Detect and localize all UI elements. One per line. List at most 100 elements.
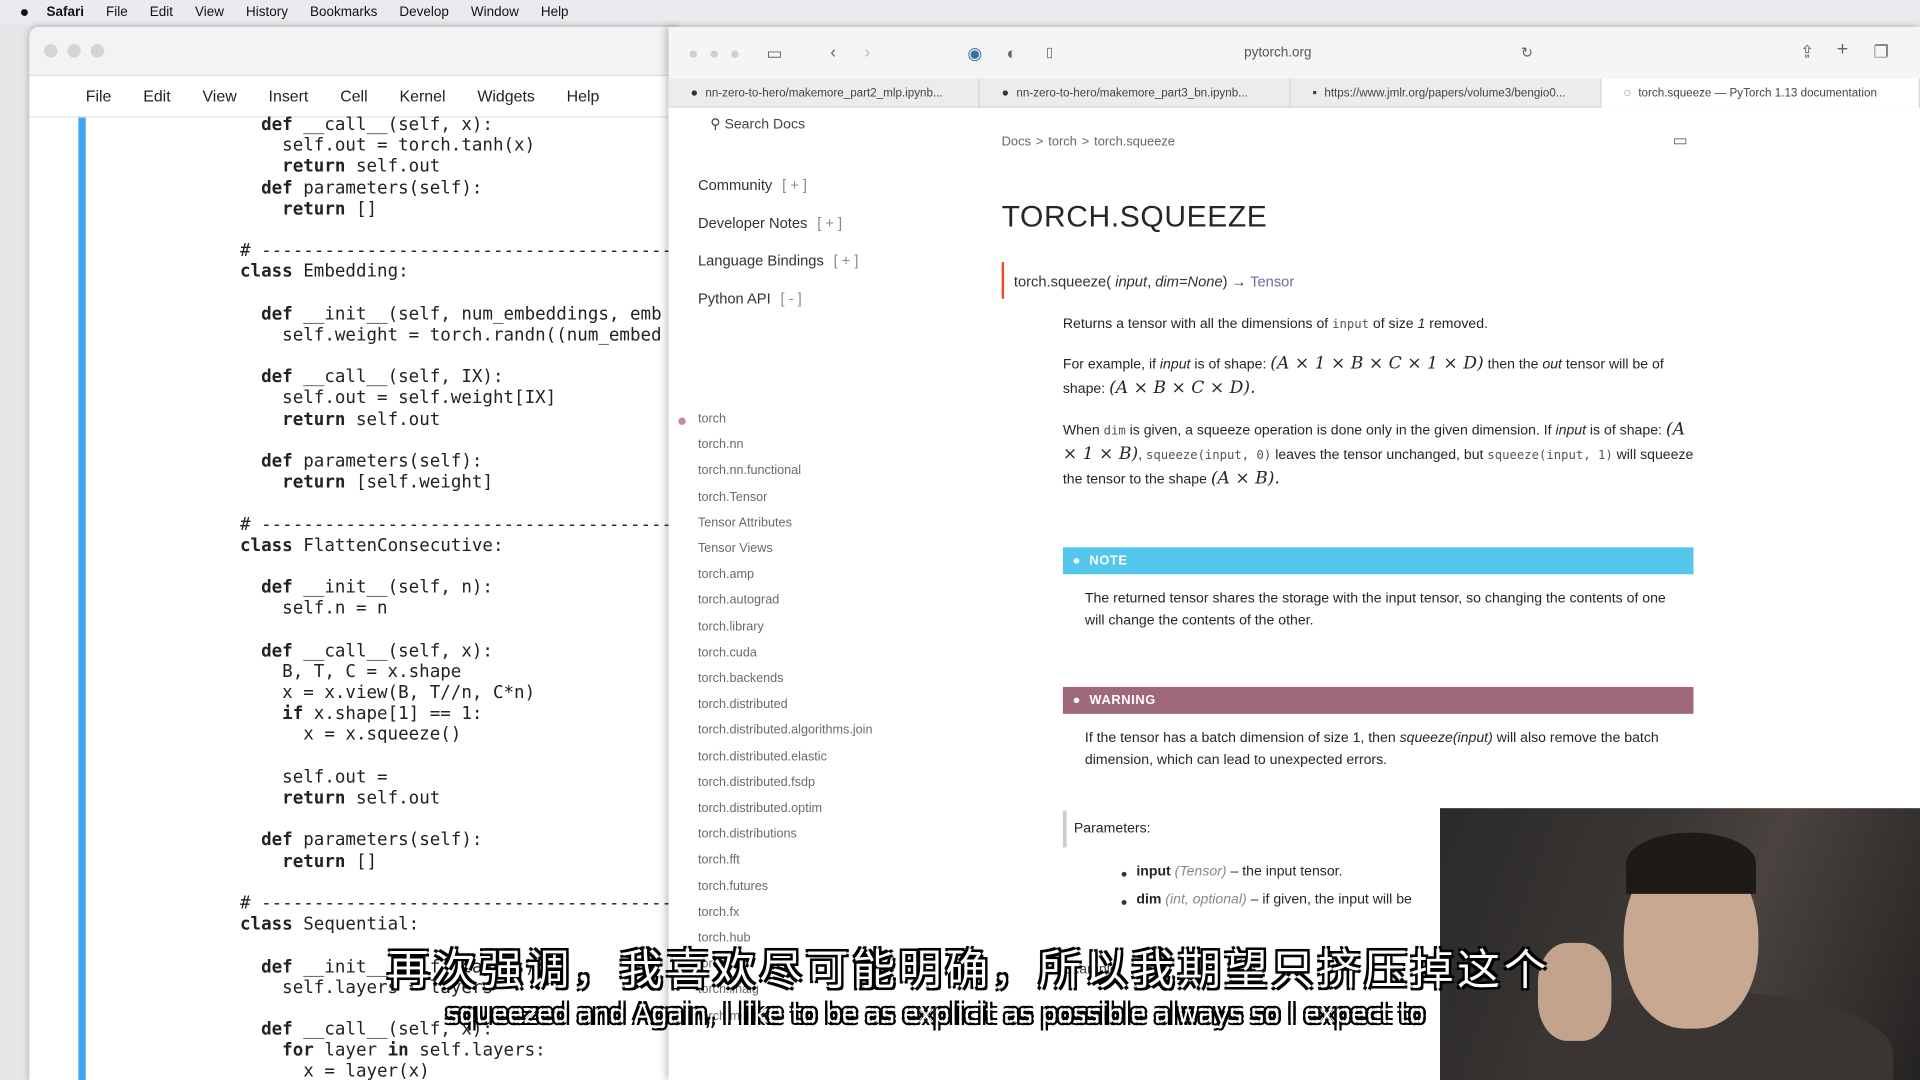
address-bar[interactable]: pytorch.org (1244, 45, 1311, 60)
text: For example, if (1062, 357, 1160, 373)
menu-safari[interactable]: Safari (47, 5, 84, 20)
menu-window[interactable]: Window (471, 5, 519, 20)
jupyter-menu-insert[interactable]: Insert (269, 87, 309, 105)
breadcrumb-torch[interactable]: torch (1048, 135, 1077, 150)
tab-makemore-part3[interactable]: ● nn-zero-to-hero/makemore_part3_bn.ipynb… (980, 78, 1291, 108)
menu-edit[interactable]: Edit (150, 5, 173, 20)
sidebar-link[interactable]: torch.backends (698, 672, 784, 685)
text: then the (1483, 357, 1543, 373)
sidebar-section-community[interactable]: Community [ + ] (698, 176, 807, 193)
menu-file[interactable]: File (106, 5, 128, 20)
close-icon[interactable]: ● (688, 44, 698, 61)
sidebar-section-label: Community (697, 176, 773, 194)
close-icon[interactable] (44, 44, 58, 58)
reader-icon[interactable]: ▯ (1046, 44, 1053, 61)
shortcuts-icon[interactable]: ▭ (1673, 132, 1688, 149)
search-docs[interactable]: ⚲ Search Docs (710, 115, 806, 133)
emphasis: input (1555, 423, 1587, 439)
signature-arg-dim: dim=None (1155, 273, 1223, 291)
param-type-link[interactable]: (Tensor) (1175, 864, 1227, 879)
sidebar-link[interactable]: torch.distributions (698, 828, 797, 841)
menu-bookmarks[interactable]: Bookmarks (310, 5, 377, 20)
jupyter-menu-file[interactable]: File (86, 87, 112, 105)
expand-toggle[interactable]: [ + ] (782, 176, 807, 193)
search-docs-label: Search Docs (724, 117, 806, 133)
code-line: def __call__(self, IX): (261, 367, 504, 388)
reload-icon[interactable]: ↻ (1521, 44, 1533, 61)
sidebar-link[interactable]: torch.library (698, 620, 764, 633)
sidebar-link[interactable]: torch.nn.functional (698, 465, 801, 478)
sidebar-link[interactable]: torch.futures (698, 880, 768, 893)
sidebar-link[interactable]: Tensor Views (698, 542, 773, 555)
collapse-toggle[interactable]: [ - ] (780, 290, 801, 307)
menu-help[interactable]: Help (541, 5, 569, 20)
menu-history[interactable]: History (246, 5, 288, 20)
sidebar-link[interactable]: torch.distributed (698, 698, 788, 711)
tab-jmlr[interactable]: ▪ https://www.jmlr.org/papers/volume3/ben… (1291, 78, 1602, 108)
tab-overview-icon[interactable]: ❐ (1873, 43, 1888, 60)
jupyter-menu-view[interactable]: View (202, 87, 236, 105)
apple-icon[interactable]: ● (20, 4, 35, 20)
code-line: def parameters(self): (261, 178, 483, 198)
minimize-icon[interactable]: ● (709, 44, 719, 61)
math: (A × B). (1210, 468, 1280, 489)
tab-torch-squeeze[interactable]: ◌ torch.squeeze — PyTorch 1.13 documentat… (1601, 78, 1920, 108)
sidebar-link[interactable]: torch.distributed.algorithms.join (698, 724, 873, 737)
menu-develop[interactable]: Develop (399, 5, 448, 20)
expand-toggle[interactable]: [ + ] (817, 214, 842, 231)
back-icon[interactable]: ‹ (830, 43, 836, 60)
sidebar-link[interactable]: torch.autograd (698, 594, 779, 607)
shield-icon[interactable]: ◐ (1007, 44, 1017, 61)
sidebar-link[interactable]: torch.distributed.elastic (698, 750, 827, 763)
sidebar-section-developer-notes[interactable]: Developer Notes [ + ] (698, 214, 842, 231)
tab-label: nn-zero-to-hero/makemore_part2_mlp.ipynb… (705, 86, 943, 100)
sidebar-link[interactable]: torch (698, 413, 726, 426)
tab-makemore-part2[interactable]: ● nn-zero-to-hero/makemore_part2_mlp.ipyn… (669, 78, 980, 108)
zoom-icon[interactable] (90, 44, 105, 58)
loading-icon: ◌ (1623, 86, 1631, 100)
sidebar-link[interactable]: torch.nn (698, 439, 744, 452)
jupyter-menu-cell[interactable]: Cell (340, 87, 367, 105)
jupyter-menu-help[interactable]: Help (567, 87, 600, 105)
sidebar-link[interactable]: torch.cuda (698, 646, 757, 659)
jupyter-menu-widgets[interactable]: Widgets (477, 87, 535, 105)
zoom-icon[interactable]: ● (730, 44, 740, 61)
code-line: # --------------------------------------… (240, 241, 678, 261)
code-line: return self.out (282, 157, 441, 177)
code-line: self.out = (240, 767, 388, 788)
sidebar-section-label: Language Bindings (697, 252, 824, 270)
param-type-link[interactable]: (int, optional) (1165, 893, 1246, 908)
jupyter-menu-kernel[interactable]: Kernel (399, 87, 445, 105)
forward-icon[interactable]: › (864, 43, 870, 60)
sidebar-toggle-icon[interactable]: ▭ (767, 44, 783, 61)
sidebar-section-label: Developer Notes (697, 214, 808, 232)
inline-code: squeeze(input, 1) (1487, 449, 1613, 463)
code-line: self.out = torch.tanh(x) (240, 136, 536, 156)
list-bullet (1121, 871, 1127, 877)
signature-return-link[interactable]: Tensor (1250, 273, 1294, 290)
breadcrumb-docs[interactable]: Docs (1002, 135, 1031, 150)
sidebar-link[interactable]: torch.distributed.optim (698, 802, 822, 815)
jupyter-menu-edit[interactable]: Edit (143, 87, 170, 105)
new-tab-icon[interactable]: + (1837, 40, 1848, 60)
function-signature: torch.squeeze( input, dim=None) → Tensor (1013, 273, 1295, 291)
sidebar-link[interactable]: torch.Tensor (698, 491, 767, 504)
sidebar-link[interactable]: torch.fx (698, 906, 739, 919)
share-icon[interactable]: ⇪ (1800, 43, 1814, 60)
menu-view[interactable]: View (195, 5, 224, 20)
code-line: def __init__(self, num_embeddings, emb (261, 304, 662, 325)
note-text: The returned tensor shares the storage w… (1084, 591, 1666, 629)
sidebar-link[interactable]: Tensor Attributes (698, 516, 792, 529)
emphasis: squeeze(input) (1399, 731, 1493, 746)
sidebar-link[interactable]: torch.fft (698, 854, 740, 867)
sidebar-link[interactable]: torch.amp (698, 568, 754, 581)
privacy-icon[interactable]: ◉ (967, 44, 982, 61)
sidebar-section-python-api[interactable]: Python API [ - ] (698, 290, 802, 307)
code-line: # --------------------------------------… (240, 514, 678, 535)
expand-toggle[interactable]: [ + ] (834, 252, 859, 269)
minimize-icon[interactable] (67, 44, 81, 58)
sidebar-link[interactable]: torch.distributed.fsdp (698, 776, 815, 789)
sidebar-section-language-bindings[interactable]: Language Bindings [ + ] (698, 252, 859, 269)
